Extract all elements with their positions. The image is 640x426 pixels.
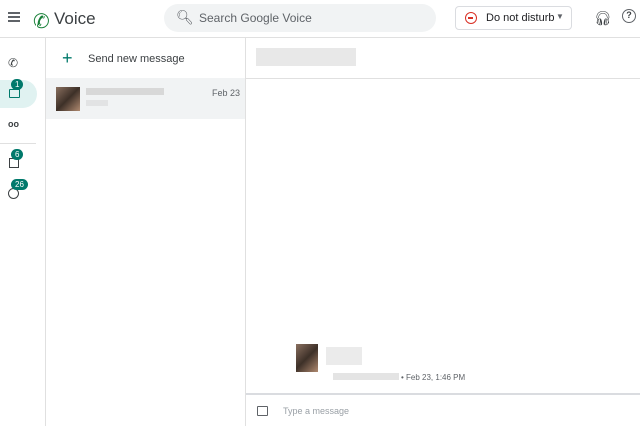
message-avatar xyxy=(296,344,318,372)
nav-divider xyxy=(0,143,36,144)
do-not-disturb-icon xyxy=(465,12,477,24)
app-title: Voice xyxy=(54,9,96,28)
search-icon: 🔍︎ xyxy=(176,9,194,25)
help-icon[interactable]: ? xyxy=(622,9,636,23)
message-timestamp: • Feb 23, 1:46 PM xyxy=(401,373,466,382)
voice-logo-icon: ✆ xyxy=(33,11,50,33)
message-bubble-redacted xyxy=(326,347,362,365)
dnd-label: Do not disturb xyxy=(486,12,555,24)
compose-bar: Type a message xyxy=(246,393,640,426)
messages-icon xyxy=(9,89,20,98)
message-input[interactable]: Type a message xyxy=(283,406,349,416)
plus-icon[interactable]: + xyxy=(62,48,73,69)
search-input[interactable]: Search Google Voice xyxy=(199,11,312,25)
contact-name-redacted xyxy=(86,88,164,95)
search-bar[interactable]: 🔍︎ Search Google Voice xyxy=(164,4,436,32)
conversation-item[interactable]: Feb 23 xyxy=(46,78,245,119)
menu-icon[interactable] xyxy=(8,12,20,22)
calls-icon[interactable]: ✆ xyxy=(8,56,18,70)
chat-contact-redacted xyxy=(256,48,356,66)
divider xyxy=(245,38,246,426)
do-not-disturb-dropdown[interactable]: Do not disturb ▼ xyxy=(455,6,572,30)
send-new-message-button[interactable]: Send new message xyxy=(88,53,185,65)
image-icon[interactable] xyxy=(257,406,268,416)
headset-icon[interactable]: 🎧︎ xyxy=(594,10,612,27)
avatar xyxy=(56,87,80,111)
chat-header xyxy=(246,38,640,79)
voicemail-icon[interactable]: oo xyxy=(8,119,19,129)
spam-badge: 26 xyxy=(11,179,28,190)
snippet-redacted xyxy=(86,100,108,106)
conversation-date: Feb 23 xyxy=(212,88,241,98)
chevron-down-icon: ▼ xyxy=(556,12,564,21)
sender-redacted xyxy=(333,373,399,380)
